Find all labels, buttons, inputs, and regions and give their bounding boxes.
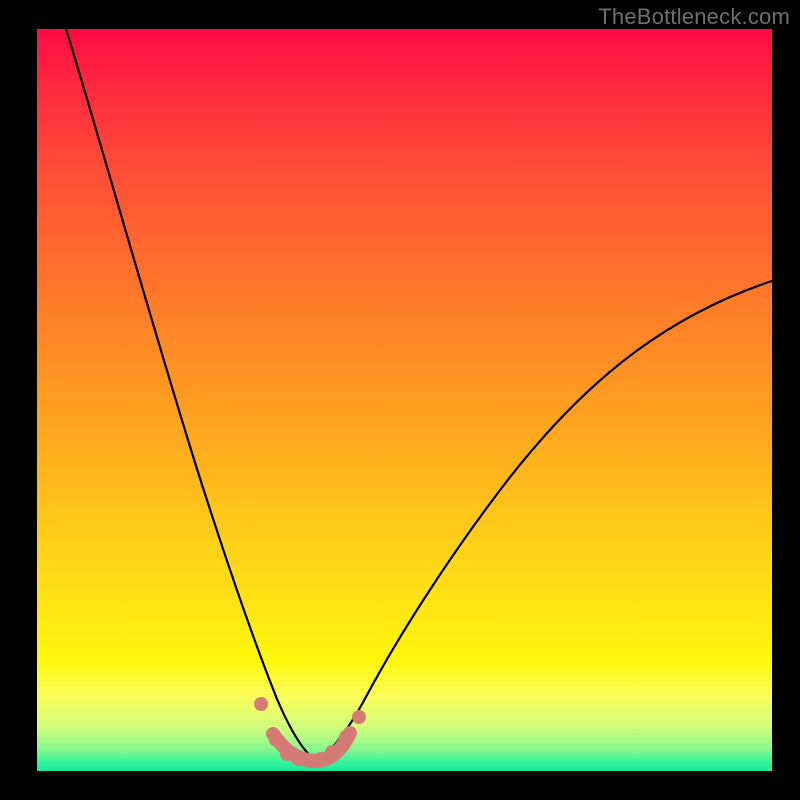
watermark-text: TheBottleneck.com: [598, 4, 790, 30]
chart-svg: [37, 29, 772, 771]
series-right-rise: [317, 281, 772, 761]
outer-frame: TheBottleneck.com: [0, 0, 800, 800]
series-left-decay: [66, 29, 317, 761]
plot-area: [37, 29, 772, 771]
